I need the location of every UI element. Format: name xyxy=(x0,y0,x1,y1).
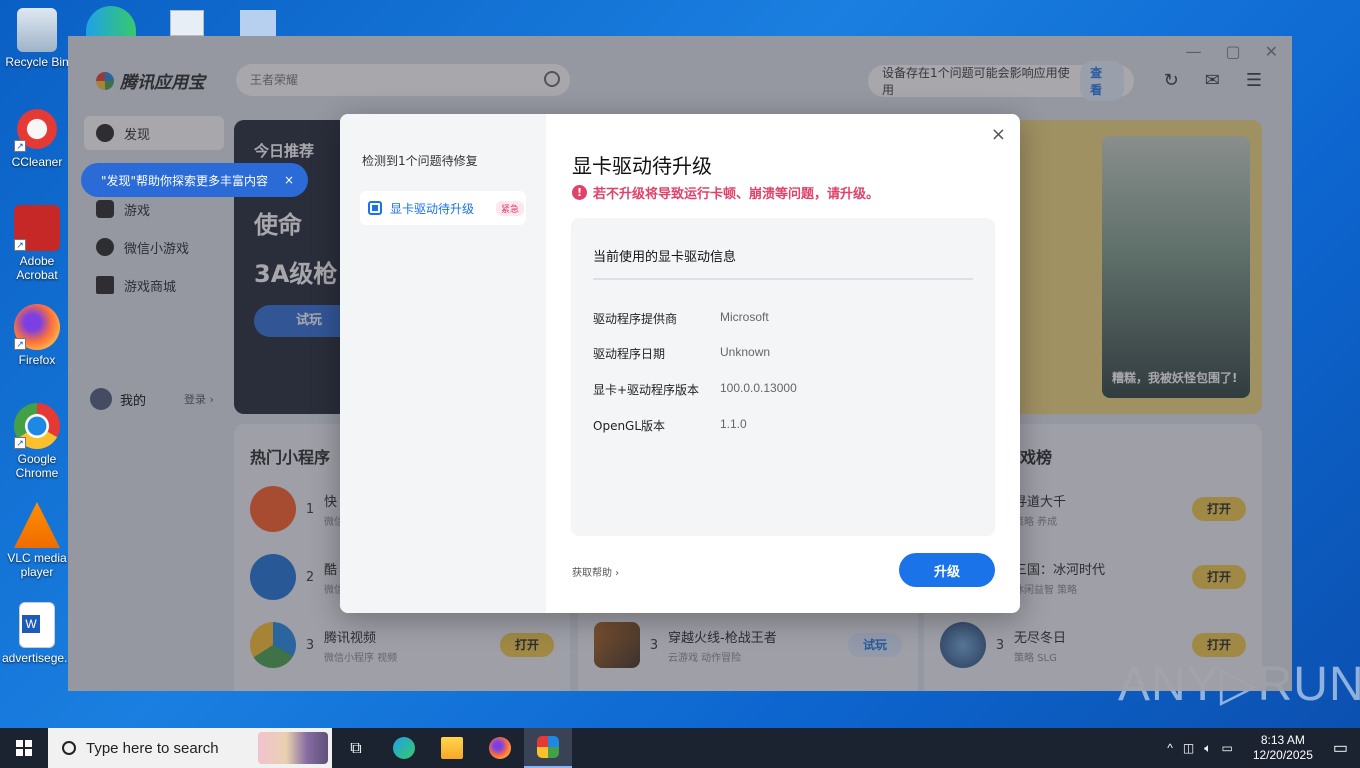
start-button[interactable] xyxy=(0,728,48,768)
chevron-up-icon[interactable]: ^ xyxy=(1167,741,1173,755)
desktop-icon-label: advertisege... xyxy=(2,651,75,665)
card-title: 当前使用的显卡驱动信息 xyxy=(593,250,737,265)
clock-date: 12/20/2025 xyxy=(1252,748,1313,762)
desktop-icon-label: Recycle Bin xyxy=(5,55,69,69)
taskbar-firefox[interactable] xyxy=(476,728,524,768)
issue-item-gpu-driver[interactable]: 显卡驱动待升级 紧急 xyxy=(360,191,526,225)
task-view-button[interactable]: ⧉ xyxy=(332,728,380,768)
info-key: 驱动程序日期 xyxy=(593,347,666,361)
vlc-cone-icon xyxy=(14,502,60,548)
get-help-link[interactable]: 获取帮助 › xyxy=(572,564,619,579)
ccleaner-icon: ↗ xyxy=(14,106,60,152)
search-icon xyxy=(62,741,76,755)
edge-icon xyxy=(393,737,415,759)
dialog-title: 显卡驱动待升级 xyxy=(572,154,712,178)
taskbar-search[interactable]: Type here to search xyxy=(48,728,332,768)
info-value: 1.1.0 xyxy=(720,417,747,431)
info-row: 显卡+驱动程序版本 100.0.0.13000 xyxy=(593,381,797,398)
warning-text: 若不升级将导致运行卡顿、崩溃等问题，请升级。 xyxy=(593,187,880,202)
desktop-icon-firefox[interactable]: ↗ Firefox xyxy=(2,304,72,367)
gpu-chip-icon xyxy=(368,201,382,215)
recycle-bin-icon xyxy=(17,8,57,52)
sidebar-tooltip: "发现"帮助你探索更多丰富内容 × xyxy=(81,163,309,197)
info-key: OpenGL版本 xyxy=(593,419,666,433)
volume-icon[interactable]: 🔈︎ xyxy=(1204,741,1211,756)
word-document-icon: W xyxy=(19,602,55,648)
taskbar-search-placeholder: Type here to search xyxy=(86,739,219,757)
network-icon[interactable]: ▭ xyxy=(1221,741,1232,755)
task-view-icon: ⧉ xyxy=(350,738,362,757)
desktop-icon-label: Adobe Acrobat xyxy=(16,254,58,282)
desktop-icon-google-chrome[interactable]: ↗ Google Chrome xyxy=(2,403,72,480)
desktop-icon-ccleaner[interactable]: ↗ CCleaner xyxy=(2,106,72,169)
info-row: 驱动程序提供商 Microsoft xyxy=(593,310,769,327)
folder-icon xyxy=(441,737,463,759)
chrome-icon: ↗ xyxy=(14,403,60,449)
issue-list-pane: 检测到1个问题待修复 显卡驱动待升级 紧急 xyxy=(340,114,546,613)
windows-logo-icon xyxy=(16,740,32,756)
info-value: 100.0.0.13000 xyxy=(720,381,797,395)
desktop-icon-file-partial-2[interactable] xyxy=(240,10,276,36)
desktop-icon-edge-partial[interactable] xyxy=(86,6,136,36)
system-tray: ^ ◫ 🔈︎ ▭ 8:13 AM 12/20/2025 ▭ xyxy=(1167,728,1360,768)
tooltip-close-icon[interactable]: × xyxy=(284,173,294,187)
desktop-icon-label: VLC media player xyxy=(7,551,67,579)
tooltip-text: "发现"帮助你探索更多丰富内容 xyxy=(101,173,269,188)
desktop-icon-label: Google Chrome xyxy=(15,452,59,480)
urgent-badge: 紧急 xyxy=(496,200,525,216)
desktop-icon-recycle-bin[interactable]: Recycle Bin xyxy=(2,8,72,69)
desktop-icon-document[interactable]: W advertisege... xyxy=(2,602,75,665)
notification-icon[interactable]: ▭ xyxy=(1333,738,1348,758)
taskbar-edge[interactable] xyxy=(380,728,428,768)
firefox-icon xyxy=(489,737,511,759)
dialog-close-icon[interactable]: × xyxy=(991,124,1006,145)
info-value: Unknown xyxy=(720,345,771,359)
info-key: 驱动程序提供商 xyxy=(593,312,678,326)
info-value: Microsoft xyxy=(720,310,769,324)
info-key: 显卡+驱动程序版本 xyxy=(593,383,700,397)
firefox-icon: ↗ xyxy=(14,304,60,350)
dialog-warning: ! 若不升级将导致运行卡顿、崩溃等问题，请升级。 xyxy=(572,183,879,202)
issue-list-title: 检测到1个问题待修复 xyxy=(362,154,478,168)
driver-info-card: 当前使用的显卡驱动信息 驱动程序提供商 Microsoft 驱动程序日期 Unk… xyxy=(571,218,995,536)
card-divider xyxy=(593,278,973,280)
desktop-icon-file-partial[interactable] xyxy=(170,10,204,36)
info-row: OpenGL版本 1.1.0 xyxy=(593,417,747,434)
clock[interactable]: 8:13 AM 12/20/2025 xyxy=(1253,733,1313,763)
search-highlight-image xyxy=(258,732,328,764)
desktop-icon-vlc[interactable]: VLC media player xyxy=(2,502,72,579)
acrobat-icon: ↗ xyxy=(14,205,60,251)
yingyongbao-icon xyxy=(537,736,559,758)
desktop-icon-label: CCleaner xyxy=(11,155,63,169)
issue-item-label: 显卡驱动待升级 xyxy=(390,201,475,216)
warning-icon: ! xyxy=(572,185,587,200)
desktop-icon-label: Firefox xyxy=(18,353,56,367)
desktop-icon-adobe-acrobat[interactable]: ↗ Adobe Acrobat xyxy=(2,205,72,282)
taskbar-yingyongbao[interactable] xyxy=(524,728,572,768)
info-row: 驱动程序日期 Unknown xyxy=(593,345,770,362)
taskbar-file-explorer[interactable] xyxy=(428,728,476,768)
camera-icon[interactable]: ◫ xyxy=(1183,741,1194,755)
driver-upgrade-dialog: 检测到1个问题待修复 显卡驱动待升级 紧急 × 显卡驱动待升级 ! 若不升级将导… xyxy=(340,114,1020,613)
clock-time: 8:13 AM xyxy=(1260,733,1305,747)
upgrade-button[interactable]: 升级 xyxy=(899,553,995,587)
taskbar: Type here to search ⧉ ^ ◫ 🔈︎ ▭ 8:13 AM 1… xyxy=(0,728,1360,768)
